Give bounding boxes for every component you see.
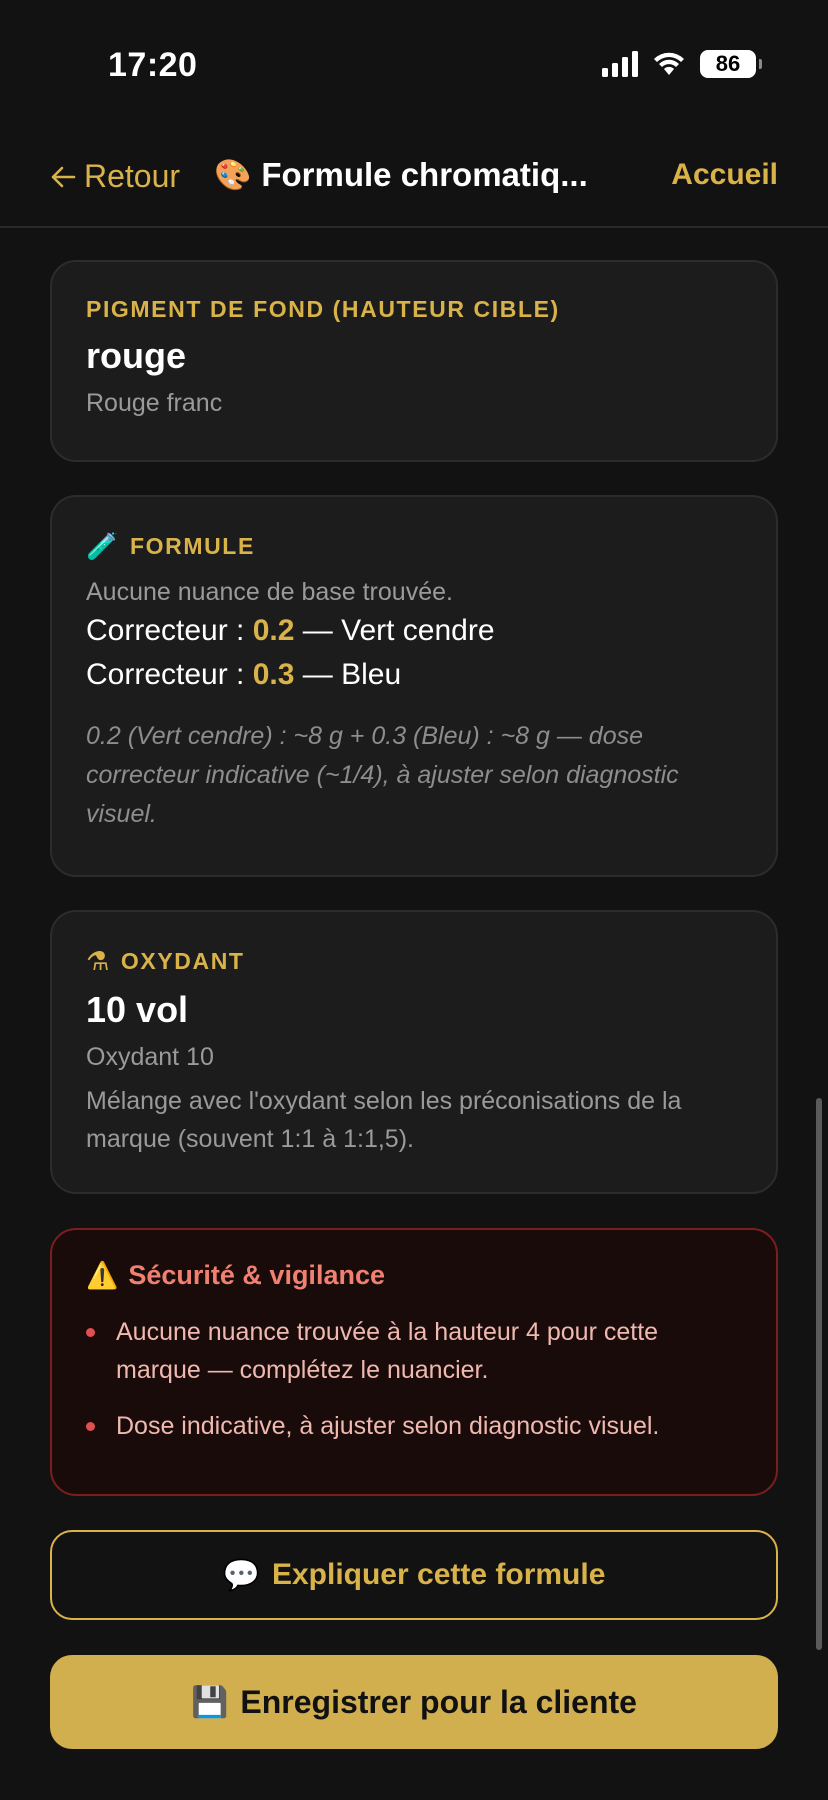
save-for-client-label: Enregistrer pour la cliente [240,1683,637,1720]
warning-title-text: Sécurité & vigilance [128,1260,385,1290]
warning-item-text: Aucune nuance trouvée à la hauteur 4 pou… [116,1318,659,1384]
flask-icon: ⚗ [86,946,111,976]
arrow-left-icon [51,166,76,187]
corrector-value: 0.2 [252,614,295,647]
status-bar: 17:20 86 [0,0,828,130]
corrector-suffix: — Bleu [294,658,402,691]
warning-icon: ⚠️ [86,1260,119,1290]
pigment-value: rouge [86,335,187,376]
oxidant-eyebrow: ⚗ OXYDANT [86,946,742,977]
oxidant-value: 10 vol [86,989,189,1030]
oxidant-subtitle: Oxydant 10 [86,1043,214,1071]
corrector-line: Correcteur : 0.3 — Bleu [86,653,742,697]
back-label: Retour [84,158,181,194]
navigation-bar: Retour 🎨 Formule chromatiq... Accueil [0,130,828,228]
dose-note: 0.2 (Vert cendre) : ~8 g + 0.3 (Bleu) : … [86,722,679,828]
speech-bubble-icon: 💬 [222,1558,260,1592]
corrector-line: Correcteur : 0.2 — Vert cendre [86,609,742,653]
pigment-card: PIGMENT DE FOND (HAUTEUR CIBLE) rouge Ro… [50,260,778,462]
oxidant-eyebrow-label: OXYDANT [120,948,245,974]
formula-card: 🧪 FORMULE Aucune nuance de base trouvée.… [50,495,778,877]
cellular-signal-icon [602,51,638,77]
bullet-icon [86,1328,95,1337]
warning-item: Aucune nuance trouvée à la hauteur 4 pou… [86,1313,742,1389]
palette-icon: 🎨 [214,158,252,192]
corrector-value: 0.3 [252,658,295,691]
battery-level: 86 [715,51,741,76]
pigment-description: Rouge franc [86,389,223,417]
corrector-suffix: — Vert cendre [294,614,495,647]
formula-eyebrow: 🧪 FORMULE [86,531,742,562]
corrector-prefix: Correcteur : [86,614,253,647]
save-for-client-button[interactable]: 💾 Enregistrer pour la cliente [50,1655,778,1749]
explain-formula-label: Expliquer cette formule [271,1558,606,1591]
page-title: 🎨 Formule chromatiq... [214,156,624,194]
oxidant-card: ⚗ OXYDANT 10 vol Oxydant 10 Mélange avec… [50,910,778,1194]
safety-warning-card: ⚠️ Sécurité & vigilance Aucune nuance tr… [50,1228,778,1496]
status-icons: 86 [602,50,762,78]
formula-note: Aucune nuance de base trouvée. [86,578,453,606]
test-tube-icon: 🧪 [86,531,120,561]
wifi-icon [654,52,684,75]
page-title-text: Formule chromatiq... [261,156,588,193]
formula-eyebrow-label: FORMULE [129,533,255,559]
battery-icon: 86 [700,50,762,78]
corrector-prefix: Correcteur : [86,658,253,691]
pigment-eyebrow: PIGMENT DE FOND (HAUTEUR CIBLE) [86,296,560,322]
explain-formula-button[interactable]: 💬 Expliquer cette formule [50,1530,778,1620]
warning-list: Aucune nuance trouvée à la hauteur 4 pou… [86,1313,742,1445]
oxidant-description: Mélange avec l'oxydant selon les préconi… [86,1087,682,1153]
warning-item: Dose indicative, à ajuster selon diagnos… [86,1407,742,1445]
status-time: 17:20 [108,46,198,84]
back-button[interactable]: Retour [50,158,180,195]
warning-item-text: Dose indicative, à ajuster selon diagnos… [116,1412,660,1440]
bullet-icon [86,1422,95,1431]
home-link[interactable]: Accueil [671,158,778,192]
warning-title: ⚠️ Sécurité & vigilance [86,1260,742,1291]
floppy-disk-icon: 💾 [191,1685,229,1719]
scrollbar[interactable] [816,1098,822,1650]
